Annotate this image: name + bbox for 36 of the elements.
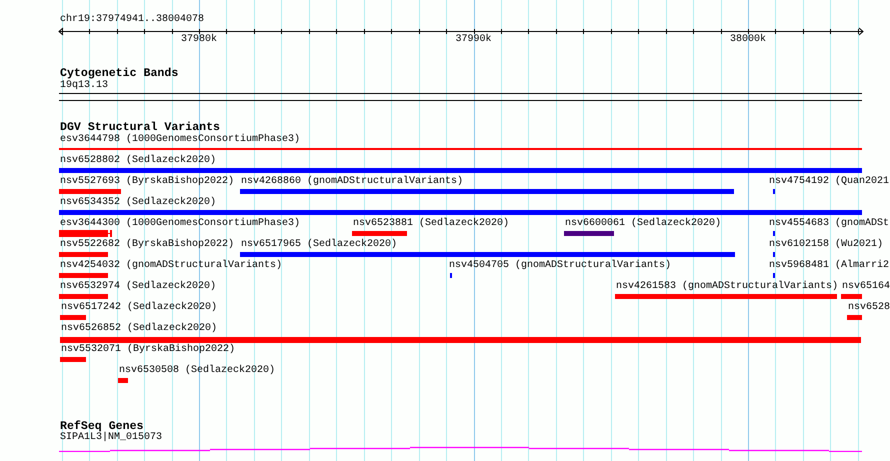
scale-tick-label: 37990k: [456, 35, 492, 45]
track-title: Cytogenetic Bands: [60, 68, 178, 80]
feature-label: nsv6534352 (Sedlazeck2020): [60, 198, 216, 208]
feature-label: nsv5532071 (ByrskaBishop2022): [61, 345, 236, 355]
feature-label: nsv5522682 (ByrskaBishop2022): [60, 240, 234, 250]
scale-tick-label: 37980k: [181, 35, 218, 45]
band-label: 19q13.13: [60, 81, 108, 91]
feature-label: nsv4254032 (gnomADStructuralVariants): [60, 261, 282, 271]
feature-label: nsv6530508 (Sedlazeck2020): [119, 366, 276, 376]
track-title: DGV Structural Variants: [60, 122, 220, 134]
feature-label: nsv4268860 (gnomADStructuralVariants): [241, 177, 464, 187]
feature-label: nsv4754192 (Quan2021: [769, 177, 890, 187]
variant-bar[interactable]: [59, 230, 112, 237]
scale-tick-label: 38000k: [730, 35, 766, 45]
feature-label: nsv6526852 (Sedlazeck2020): [61, 324, 218, 334]
feature-label: nsv6523881 (Sedlazeck2020): [353, 219, 510, 229]
feature-label: nsv6528: [848, 303, 890, 313]
gene-feature-line[interactable]: [59, 445, 864, 452]
gene-label: SIPA1L3|NM_015073: [60, 433, 162, 443]
feature-label: esv3644300 (1000GenomesConsortiumPhase3): [60, 219, 300, 229]
location-label: chr19:37974941..38004078: [60, 15, 204, 25]
feature-label: nsv6532974 (Sedlazeck2020): [60, 282, 216, 292]
feature-label: nsv6102158 (Wu2021): [769, 240, 884, 250]
track-title: RefSeq Genes: [60, 421, 144, 433]
feature-label: nsv4504705 (gnomADStructuralVariants): [449, 261, 672, 271]
cytoband-bar[interactable]: [59, 93, 862, 101]
feature-label: nsv5527693 (ByrskaBishop2022): [60, 177, 234, 187]
feature-label: esv3644798 (1000GenomesConsortiumPhase3): [60, 135, 300, 145]
feature-label: nsv4261583 (gnomADStructuralVariants): [616, 282, 838, 292]
feature-label: nsv4554683 (gnomADSt: [769, 219, 890, 229]
feature-label: nsv5968481 (Almarri2: [769, 261, 890, 271]
feature-label: nsv65164: [842, 282, 890, 292]
feature-label: nsv6517965 (Sedlazeck2020): [241, 240, 398, 250]
feature-label: nsv6517242 (Sedlazeck2020): [61, 303, 218, 313]
feature-label: nsv6600061 (Sedlazeck2020): [565, 219, 722, 229]
feature-label: nsv6528802 (Sedlazeck2020): [60, 156, 216, 166]
